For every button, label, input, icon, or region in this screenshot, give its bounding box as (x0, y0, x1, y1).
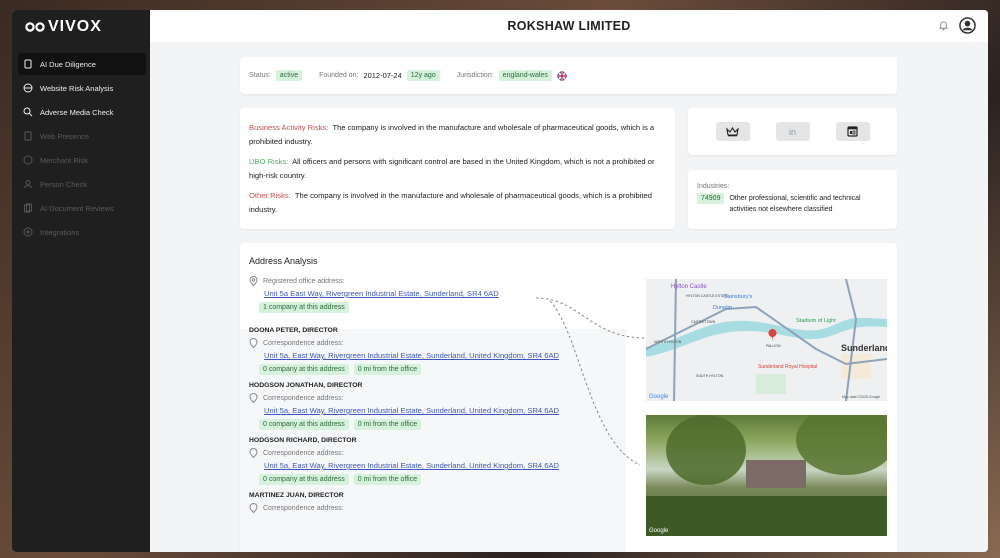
industry-description: Other professional, scientific and techn… (729, 195, 861, 213)
address-analysis-card: Address Analysis Registered office addre… (240, 243, 897, 552)
company-status-card: Status: active Founded on: 2012-07-24 12… (240, 57, 897, 94)
building-icon (24, 131, 32, 141)
uk-flag-icon (556, 70, 567, 81)
risk-label: UBO Risks: (249, 157, 289, 166)
map-label: NORTH HYLTON (654, 340, 682, 344)
risk-text: The company is involved in the manufactu… (249, 191, 652, 214)
map-label: Sunderland (841, 343, 887, 353)
sidebar-item-web-presence[interactable]: Web Presence (18, 125, 146, 147)
map-attribution: Map data ©2025 Google (842, 395, 880, 399)
map-label: HYLTON CASTLE ESTATE (686, 294, 729, 298)
map-label: Sunderland Royal Hospital (758, 364, 817, 370)
sidebar-item-label: Person Check (40, 179, 88, 189)
location-map[interactable]: Hylton Castle HYLTON CASTLE ESTATE Sains… (646, 279, 887, 401)
industry-code-badge: 74909 (697, 193, 725, 204)
sidebar-item-label: Web Presence (40, 131, 90, 141)
sidebar-nav: AI Due Diligence Website Risk Analysis A… (18, 53, 146, 245)
sidebar-item-label: Merchant Risk (40, 155, 88, 165)
google-logo: Google (649, 394, 669, 400)
ubo-risk: UBO Risks: All officers and persons with… (249, 155, 666, 183)
sidebar-item-merchant-risk[interactable]: Merchant Risk (18, 149, 146, 171)
google-logo: Google (649, 528, 669, 534)
risk-label: Other Risks: (249, 191, 291, 200)
linkedin-icon: in (788, 126, 796, 137)
building (746, 460, 806, 488)
page-title: ROKSHAW LIMITED (507, 19, 631, 33)
document-icon (24, 59, 32, 69)
status-label: Status: (249, 72, 271, 79)
infinity-icon (25, 22, 45, 32)
other-risk: Other Risks: The company is involved in … (249, 189, 666, 217)
plus-circle-icon (23, 227, 33, 237)
map-label: Dunelm (713, 305, 732, 311)
linkedin-button[interactable]: in (775, 122, 810, 141)
jurisdiction-label: Jurisdiction: (456, 72, 494, 79)
risk-summary-card: Business Activity Risks: The company is … (240, 108, 675, 229)
risk-label: Business Activity Risks: (249, 123, 329, 132)
sidebar-item-ai-due-diligence[interactable]: AI Due Diligence (18, 53, 146, 75)
globe-icon (23, 83, 33, 93)
external-links-card: in (688, 108, 897, 155)
map-label: SOUTH HYLTON (696, 374, 724, 378)
brand-name: VIVOX (48, 18, 102, 35)
header: ROKSHAW LIMITED (150, 10, 988, 42)
status-badge: active (275, 70, 303, 81)
founded-date: 2012-07-24 (363, 71, 402, 80)
business-activity-risk: Business Activity Risks: The company is … (249, 121, 666, 149)
files-icon (24, 203, 32, 213)
map-label: CASTLETOWN (691, 320, 716, 324)
avatar[interactable] (959, 17, 976, 34)
globe-icon (23, 155, 33, 165)
founded-label: Founded on: (319, 72, 359, 79)
sidebar-item-label: Integrations (40, 227, 80, 237)
street-view-photo[interactable]: Google (646, 415, 887, 536)
companies-house-button[interactable] (715, 122, 750, 141)
people-icon (23, 180, 33, 189)
industries-card: Industries: 74909 Other professional, sc… (688, 170, 897, 229)
map-label: Sainsbury's (724, 294, 753, 300)
brand-logo: VIVOX (25, 18, 102, 36)
sidebar-item-integrations[interactable]: Integrations (18, 221, 146, 243)
industries-label: Industries: (697, 183, 730, 190)
main-content: ROKSHAW LIMITED Status: active Founded o… (150, 10, 988, 552)
browser-icon (847, 126, 858, 137)
sidebar-item-ai-document-reviews[interactable]: AI Document Reviews (18, 197, 146, 219)
risk-text: All officers and persons with significan… (249, 157, 655, 180)
sidebar-item-label: Website Risk Analysis (40, 83, 114, 93)
sidebar-item-person-check[interactable]: Person Check (18, 173, 146, 195)
sidebar-item-label: AI Document Reviews (40, 203, 114, 213)
sidebar-item-label: AI Due Diligence (40, 59, 96, 69)
app-window: VIVOX AI Due Diligence Website Risk Anal… (12, 10, 988, 552)
search-icon (23, 107, 33, 117)
map-label: Hylton Castle (671, 284, 707, 290)
bell-icon[interactable] (938, 20, 949, 31)
map-label: PALLION (766, 344, 781, 348)
age-badge: 12y ago (406, 70, 440, 81)
sidebar-item-website-risk-analysis[interactable]: Website Risk Analysis (18, 77, 146, 99)
sidebar-item-label: Adverse Media Check (40, 107, 114, 117)
website-button[interactable] (835, 122, 870, 141)
jurisdiction-badge: england-wales (498, 70, 552, 81)
map-label: Stadium of Light (796, 318, 836, 324)
crown-icon (726, 126, 739, 137)
sidebar: VIVOX AI Due Diligence Website Risk Anal… (12, 10, 150, 552)
sidebar-item-adverse-media-check[interactable]: Adverse Media Check (18, 101, 146, 123)
